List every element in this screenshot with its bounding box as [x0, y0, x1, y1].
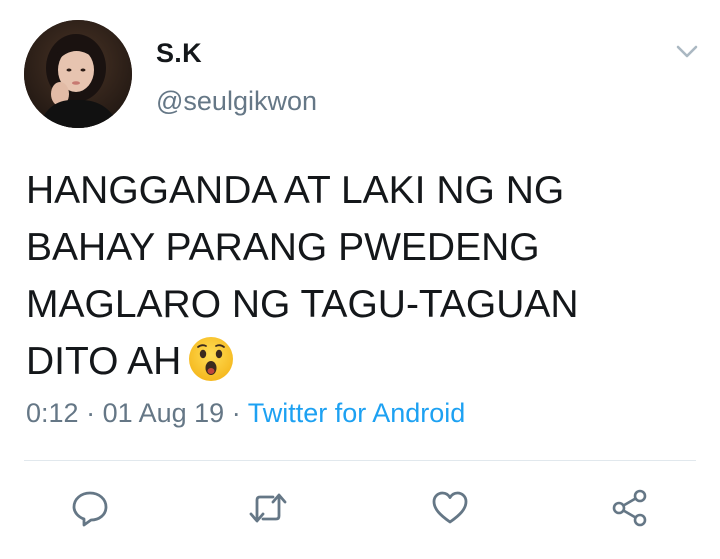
meta-separator: ·: [78, 398, 103, 428]
avatar-image: [24, 20, 132, 128]
meta-separator: ·: [224, 398, 248, 428]
tweet-text: HANGGANDA AT LAKI NG NG BAHAY PARANG PWED…: [26, 162, 666, 390]
tweet-time[interactable]: 0:12: [26, 398, 79, 428]
tweet-text-line: BAHAY PARANG PWEDENG: [26, 226, 540, 269]
retweet-icon: [249, 493, 287, 523]
reply-button[interactable]: [68, 486, 112, 530]
tweet-meta: 0:12 · 01 Aug 19 · Twitter for Android: [26, 398, 465, 429]
share-icon: [612, 489, 647, 527]
tweet-date[interactable]: 01 Aug 19: [103, 398, 225, 428]
tweet-menu-button[interactable]: [672, 40, 702, 64]
reply-icon: [72, 491, 108, 527]
divider: [24, 460, 696, 461]
tweet-text-line: MAGLARO NG TAGU-TAGUAN: [26, 283, 579, 326]
tweet-text-line: DITO AH: [26, 340, 182, 383]
chevron-down-icon: [676, 45, 698, 58]
display-name[interactable]: S.K: [156, 38, 202, 69]
retweet-button[interactable]: [246, 486, 290, 530]
tweet-text-line: HANGGANDA AT LAKI NG NG: [26, 169, 565, 212]
heart-icon: [432, 491, 468, 524]
share-button[interactable]: [608, 486, 652, 530]
tweet-source-link[interactable]: Twitter for Android: [248, 398, 466, 428]
like-button[interactable]: [428, 486, 472, 530]
astonished-face-icon: [187, 335, 235, 383]
user-handle[interactable]: @seulgikwon: [156, 86, 317, 117]
avatar[interactable]: [24, 20, 132, 128]
